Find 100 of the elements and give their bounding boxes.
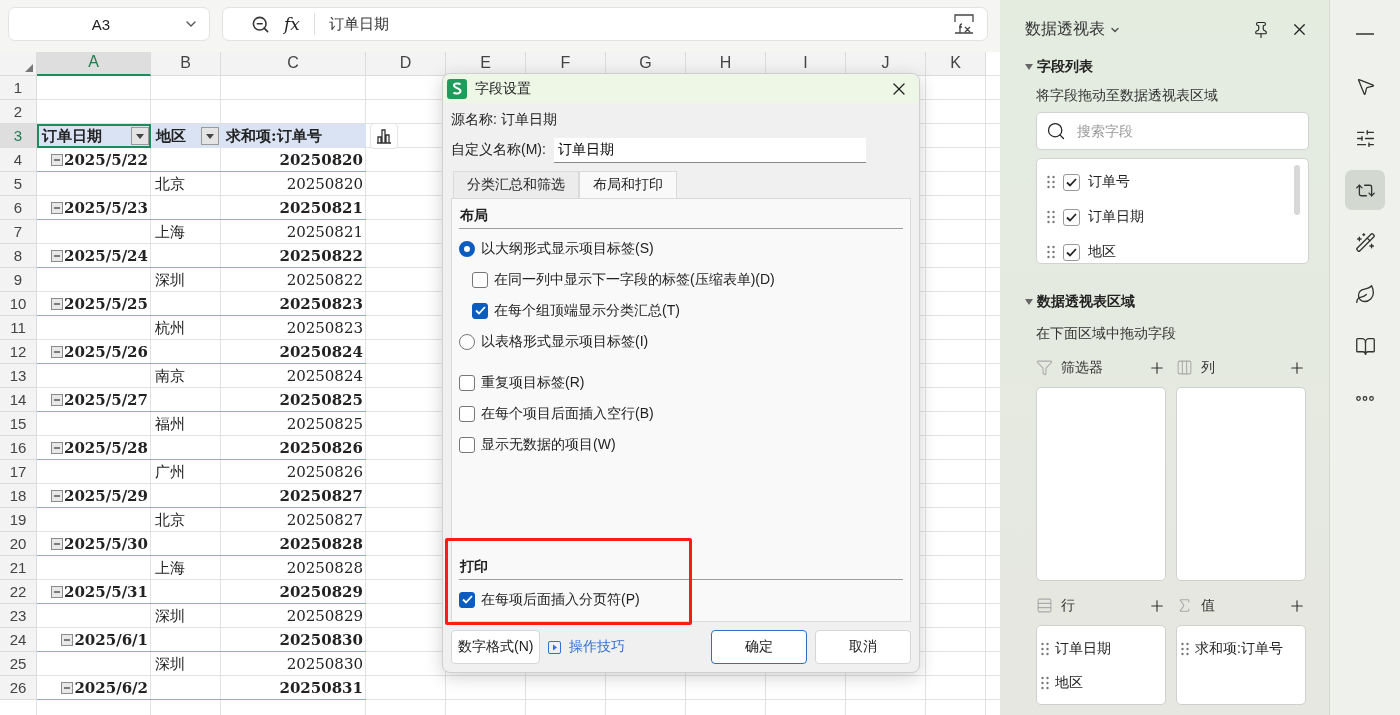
swap-arrows-button[interactable] <box>1345 170 1385 210</box>
row-number[interactable]: 23 <box>0 604 37 628</box>
column-header[interactable]: B <box>151 52 221 76</box>
row-number[interactable]: 18 <box>0 484 37 508</box>
field-label[interactable]: 订单日期 <box>1088 208 1144 227</box>
column-header[interactable]: K <box>926 52 986 76</box>
collapse-button[interactable] <box>50 585 63 598</box>
drag-handle-icon[interactable] <box>1047 175 1055 190</box>
collapse-button[interactable] <box>50 297 63 310</box>
filter-dropdown-button[interactable] <box>201 127 219 145</box>
collapse-button[interactable] <box>50 537 63 550</box>
row-number[interactable]: 12 <box>0 340 37 364</box>
collapse-triangle-icon[interactable] <box>1025 64 1033 71</box>
column-header[interactable]: G <box>606 52 686 76</box>
drag-handle-icon[interactable] <box>1047 210 1055 225</box>
row-number[interactable]: 19 <box>0 508 37 532</box>
panel-title[interactable]: 数据透视表 <box>1025 19 1105 41</box>
add-icon[interactable] <box>1148 597 1166 615</box>
custom-name-field[interactable]: 订单日期 <box>553 137 866 163</box>
row-number[interactable]: 26 <box>0 676 37 700</box>
checkbox[interactable] <box>1063 208 1080 226</box>
drag-handle-icon[interactable] <box>1181 642 1189 656</box>
row-number[interactable]: 21 <box>0 556 37 580</box>
checkbox[interactable] <box>1063 173 1080 191</box>
radio-button[interactable] <box>459 240 475 257</box>
zone-item[interactable]: 求和项:订单号 <box>1195 640 1283 658</box>
row-number[interactable]: 9 <box>0 268 37 292</box>
field-label[interactable]: 订单号 <box>1088 173 1130 192</box>
number-format-button[interactable]: 数字格式(N) <box>451 630 541 664</box>
row-number[interactable]: 11 <box>0 316 37 340</box>
field-label[interactable]: 地区 <box>1088 243 1116 262</box>
drag-handle-icon[interactable] <box>1047 245 1055 260</box>
collapse-button[interactable] <box>61 633 74 646</box>
row-number[interactable]: 4 <box>0 148 37 172</box>
table-header-cell[interactable]: 求和项:订单号 <box>221 124 366 148</box>
checkbox[interactable] <box>459 374 475 391</box>
name-box[interactable]: A3 <box>8 7 210 41</box>
column-header[interactable]: I <box>766 52 846 76</box>
row-number[interactable]: 24 <box>0 628 37 652</box>
collapse-button[interactable] <box>50 345 63 358</box>
collapse-triangle-icon[interactable] <box>1025 298 1033 305</box>
drag-handle-icon[interactable] <box>1041 642 1049 656</box>
checkbox[interactable] <box>472 271 488 288</box>
radio-button[interactable] <box>459 333 475 350</box>
checkbox[interactable] <box>459 436 475 453</box>
row-number[interactable]: 2 <box>0 100 37 124</box>
column-header[interactable]: E <box>446 52 526 76</box>
search-field[interactable]: 搜索字段 <box>1036 111 1309 150</box>
row-number[interactable]: 8 <box>0 244 37 268</box>
formula-bar[interactable]: fx 订单日期 <box>222 7 988 41</box>
row-number[interactable]: 17 <box>0 460 37 484</box>
row-number[interactable]: 7 <box>0 220 37 244</box>
row-number[interactable]: 6 <box>0 196 37 220</box>
row-number[interactable]: 15 <box>0 412 37 436</box>
row-number[interactable]: 5 <box>0 172 37 196</box>
add-icon[interactable] <box>1288 359 1306 377</box>
row-number[interactable]: 3 <box>0 124 37 148</box>
filter-dropdown-button[interactable] <box>131 127 149 145</box>
cancel-button[interactable]: 取消 <box>815 630 911 664</box>
table-header-cell[interactable]: 订单日期 <box>37 124 151 148</box>
collapse-button[interactable] <box>50 489 63 502</box>
drag-handle-icon[interactable] <box>1041 676 1049 690</box>
column-header[interactable]: F <box>526 52 606 76</box>
table-header-cell[interactable]: 地区 <box>151 124 221 148</box>
drop-zone[interactable]: 求和项:订单号 <box>1176 625 1306 705</box>
collapse-button[interactable] <box>50 441 63 454</box>
function-wizard-icon[interactable] <box>953 13 975 35</box>
column-header[interactable]: H <box>686 52 766 76</box>
add-icon[interactable] <box>1288 597 1306 615</box>
collapse-button[interactable] <box>61 681 74 694</box>
dialog-tab[interactable]: 布局和打印 <box>579 171 677 198</box>
column-header[interactable]: C <box>221 52 366 76</box>
column-header[interactable]: A <box>37 52 151 76</box>
row-number[interactable]: 20 <box>0 532 37 556</box>
row-number[interactable]: 13 <box>0 364 37 388</box>
chart-button[interactable] <box>370 123 398 149</box>
pin-icon[interactable] <box>1252 20 1270 39</box>
row-number[interactable]: 22 <box>0 580 37 604</box>
row-number[interactable]: 10 <box>0 292 37 316</box>
checkbox[interactable] <box>472 302 488 319</box>
row-number[interactable]: 1 <box>0 76 37 100</box>
zone-item[interactable]: 订单日期 <box>1055 640 1111 658</box>
collapse-button[interactable] <box>50 393 63 406</box>
select-all-corner[interactable] <box>0 52 37 76</box>
checkbox[interactable] <box>1063 243 1080 261</box>
column-header[interactable]: D <box>366 52 446 76</box>
collapse-button[interactable] <box>50 153 63 166</box>
tips-link[interactable]: 操作技巧 <box>569 638 626 656</box>
scrollbar[interactable] <box>1294 164 1300 215</box>
row-number[interactable]: 14 <box>0 388 37 412</box>
column-header[interactable]: J <box>846 52 926 76</box>
zoom-out-icon[interactable] <box>251 14 270 34</box>
collapse-button[interactable] <box>50 201 63 214</box>
collapse-button[interactable] <box>50 249 63 262</box>
drop-zone[interactable]: 订单日期 地区 <box>1036 625 1166 705</box>
row-number[interactable]: 25 <box>0 652 37 676</box>
add-icon[interactable] <box>1148 359 1166 377</box>
checkbox[interactable] <box>459 591 475 608</box>
function-label[interactable]: fx <box>284 14 300 34</box>
zone-item[interactable]: 地区 <box>1055 674 1083 692</box>
